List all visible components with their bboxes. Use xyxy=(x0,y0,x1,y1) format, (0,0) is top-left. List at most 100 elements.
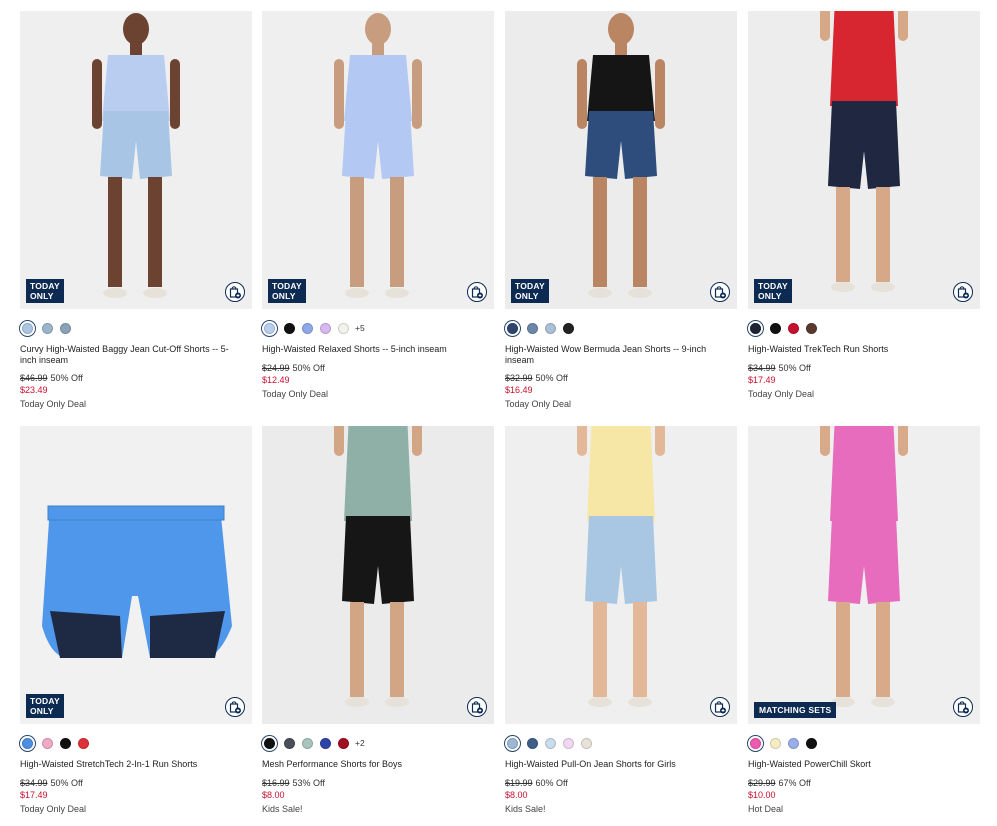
quick-add-button[interactable] xyxy=(710,697,730,717)
product-photo xyxy=(748,11,980,309)
product-card[interactable]: MATCHING SETS High-Waisted PowerChill Sk… xyxy=(748,426,980,814)
product-photo xyxy=(505,426,737,724)
product-card[interactable]: TODAY ONLY High-Waisted StretchTech 2-In… xyxy=(20,426,252,814)
shopping-bag-plus-icon xyxy=(714,701,726,714)
color-swatch[interactable] xyxy=(22,322,33,334)
quick-add-button[interactable] xyxy=(953,697,973,717)
color-swatch[interactable] xyxy=(581,737,592,749)
color-swatch[interactable] xyxy=(264,322,275,334)
product-card[interactable]: TODAY ONLY Curvy High-Waisted Baggy Jean… xyxy=(20,11,252,409)
color-swatch[interactable] xyxy=(42,737,53,749)
color-swatch[interactable] xyxy=(22,737,33,749)
quick-add-button[interactable] xyxy=(953,282,973,302)
product-image[interactable]: TODAY ONLY xyxy=(20,11,252,309)
product-photo xyxy=(505,11,737,309)
color-swatch[interactable] xyxy=(78,737,89,749)
product-name-link[interactable]: High-Waisted Relaxed Shorts -- 5-inch in… xyxy=(262,344,487,355)
color-swatch[interactable] xyxy=(60,322,71,334)
promo-label: Today Only Deal xyxy=(262,388,329,399)
price-row: $32.99 50% Off xyxy=(505,373,737,383)
color-swatch[interactable] xyxy=(527,737,538,749)
product-card[interactable]: TODAY ONLY High-Waisted TrekTech Run Sho… xyxy=(748,11,980,399)
product-image[interactable]: TODAY ONLY xyxy=(20,426,252,724)
sale-price: $23.49 xyxy=(20,385,48,395)
color-swatch[interactable] xyxy=(770,737,781,749)
discount-percent: 67% Off xyxy=(778,777,811,788)
quick-add-button[interactable] xyxy=(710,282,730,302)
product-name-link[interactable]: High-Waisted TrekTech Run Shorts xyxy=(748,344,973,355)
color-swatch[interactable] xyxy=(338,737,349,749)
sale-price: $12.49 xyxy=(262,374,290,385)
product-image[interactable]: TODAY ONLY xyxy=(262,11,494,309)
color-swatch[interactable] xyxy=(60,737,71,749)
product-photo xyxy=(748,426,980,724)
color-swatch[interactable] xyxy=(302,322,313,334)
color-swatch[interactable] xyxy=(563,737,574,749)
shopping-bag-plus-icon xyxy=(957,286,969,299)
color-swatch[interactable] xyxy=(806,737,817,749)
promo-label: Hot Deal xyxy=(748,803,784,814)
product-card[interactable]: TODAY ONLY High-Waisted Wow Bermuda Jean… xyxy=(505,11,737,409)
color-swatch[interactable] xyxy=(527,322,538,334)
sale-price: $8.00 xyxy=(505,789,528,800)
color-swatch[interactable] xyxy=(264,737,275,749)
color-swatches xyxy=(20,320,252,336)
quick-add-button[interactable] xyxy=(467,282,487,302)
color-swatch[interactable] xyxy=(284,322,295,334)
product-image[interactable]: TODAY ONLY xyxy=(748,11,980,309)
promo-label: Kids Sale! xyxy=(262,803,303,814)
quick-add-button[interactable] xyxy=(467,697,487,717)
more-colors-count[interactable]: +2 xyxy=(355,738,365,748)
product-name-link[interactable]: High-Waisted StretchTech 2-In-1 Run Shor… xyxy=(20,759,245,770)
color-swatch[interactable] xyxy=(545,322,556,334)
quick-add-button[interactable] xyxy=(225,282,245,302)
color-swatch[interactable] xyxy=(320,322,331,334)
product-card[interactable]: +2 Mesh Performance Shorts for Boys $16.… xyxy=(262,426,494,814)
color-swatch[interactable] xyxy=(507,322,518,334)
product-name-link[interactable]: High-Waisted PowerChill Skort xyxy=(748,759,973,770)
shopping-bag-plus-icon xyxy=(471,286,483,299)
color-swatches: +2 xyxy=(262,735,494,751)
product-image[interactable] xyxy=(262,426,494,724)
product-image[interactable] xyxy=(505,426,737,724)
original-price: $46.99 xyxy=(20,373,48,383)
product-image[interactable]: TODAY ONLY xyxy=(505,11,737,309)
product-photo xyxy=(262,426,494,724)
discount-percent: 50% Off xyxy=(50,777,83,788)
shopping-bag-plus-icon xyxy=(229,701,241,714)
color-swatch[interactable] xyxy=(788,737,799,749)
product-photo xyxy=(20,426,252,724)
color-swatch[interactable] xyxy=(806,322,817,334)
more-colors-count[interactable]: +5 xyxy=(355,323,365,333)
color-swatch[interactable] xyxy=(750,322,761,334)
color-swatch[interactable] xyxy=(302,737,313,749)
product-image[interactable]: MATCHING SETS xyxy=(748,426,980,724)
color-swatches xyxy=(748,735,980,751)
product-card[interactable]: TODAY ONLY +5 High-Waisted Relaxed Short… xyxy=(262,11,494,399)
product-name-link[interactable]: High-Waisted Wow Bermuda Jean Shorts -- … xyxy=(505,344,730,365)
product-card[interactable]: High-Waisted Pull-On Jean Shorts for Gir… xyxy=(505,426,737,814)
product-name-link[interactable]: Mesh Performance Shorts for Boys xyxy=(262,759,487,770)
original-price: $16.99 xyxy=(262,777,290,788)
shopping-bag-plus-icon xyxy=(471,701,483,714)
color-swatch[interactable] xyxy=(545,737,556,749)
product-name-link[interactable]: Curvy High-Waisted Baggy Jean Cut-Off Sh… xyxy=(20,344,245,365)
color-swatch[interactable] xyxy=(320,737,331,749)
original-price: $19.99 xyxy=(505,777,533,788)
original-price: $34.99 xyxy=(20,777,48,788)
product-name-link[interactable]: High-Waisted Pull-On Jean Shorts for Gir… xyxy=(505,759,730,770)
promo-label: Today Only Deal xyxy=(20,399,87,409)
color-swatch[interactable] xyxy=(338,322,349,334)
original-price: $29.99 xyxy=(748,777,776,788)
color-swatch[interactable] xyxy=(750,737,761,749)
color-swatch[interactable] xyxy=(507,737,518,749)
color-swatch[interactable] xyxy=(284,737,295,749)
color-swatch[interactable] xyxy=(788,322,799,334)
color-swatch[interactable] xyxy=(563,322,574,334)
color-swatches xyxy=(505,735,737,751)
shopping-bag-plus-icon xyxy=(957,701,969,714)
color-swatch[interactable] xyxy=(42,322,53,334)
color-swatch[interactable] xyxy=(770,322,781,334)
quick-add-button[interactable] xyxy=(225,697,245,717)
sale-price: $8.00 xyxy=(262,789,285,800)
